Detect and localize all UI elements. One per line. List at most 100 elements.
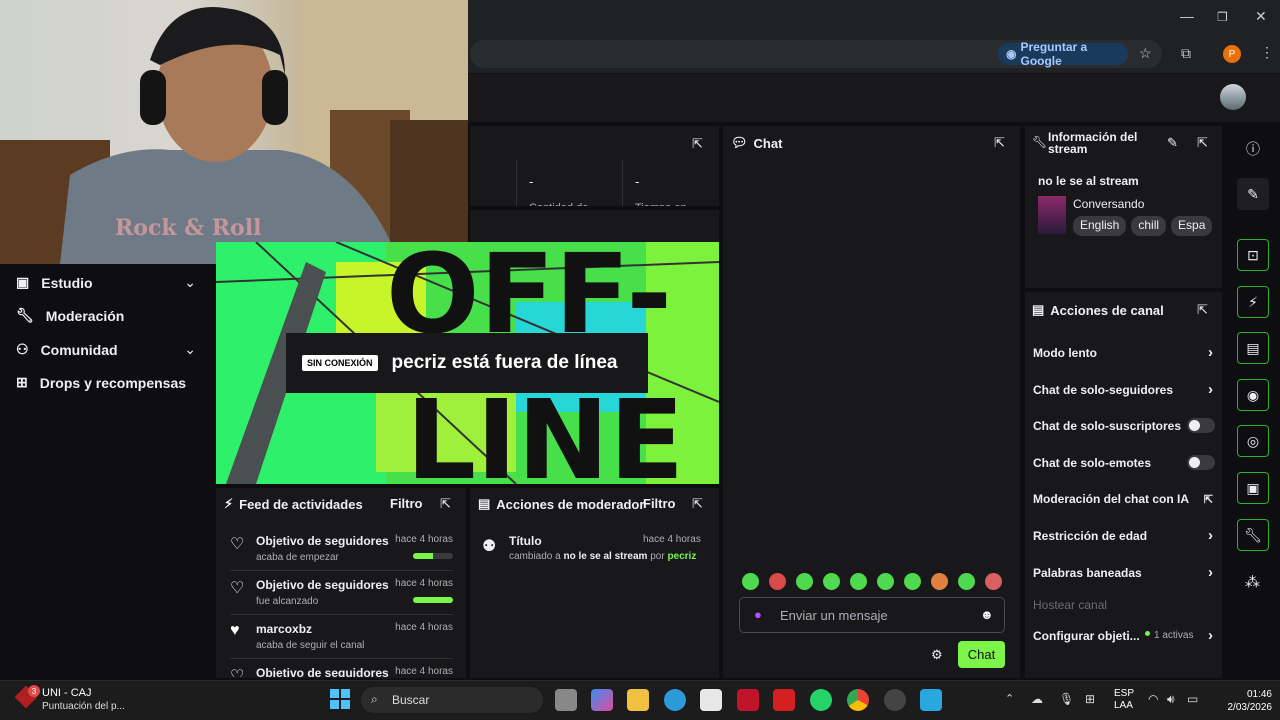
emote-icon[interactable] [985, 573, 1002, 590]
broadcast-icon[interactable]: ◎ [1237, 425, 1269, 457]
app-l-icon[interactable] [773, 689, 795, 711]
tag-chip[interactable]: chill [1131, 216, 1167, 236]
language-indicator[interactable]: ESP LAA [1114, 688, 1134, 712]
stream-info-title: Información del stream [1048, 130, 1138, 156]
feed-item-time: hace 4 horas [395, 622, 453, 633]
emote-icon[interactable] [877, 573, 894, 590]
taskbar-search[interactable]: ⌕ Buscar [361, 687, 543, 713]
feed-item[interactable]: ♥ marcoxbz hace 4 horas acaba de seguir … [230, 622, 455, 652]
profile-avatar[interactable]: P [1223, 45, 1241, 63]
emote-icon[interactable] [931, 573, 948, 590]
bookmark-star-icon[interactable]: ☆ [1139, 45, 1152, 62]
maximize-icon[interactable]: ❐ [1217, 10, 1228, 24]
wrench-icon: 🔧︎ [1032, 135, 1048, 149]
onedrive-icon[interactable]: ☁ [1031, 692, 1043, 706]
file-explorer-icon[interactable] [627, 689, 649, 711]
wifi-icon[interactable]: ◠ [1148, 692, 1158, 706]
chevron-down-icon[interactable]: ⌄ [184, 341, 196, 358]
obs-icon[interactable] [884, 689, 906, 711]
tag-chip[interactable]: Espa [1171, 216, 1213, 236]
banned-words-row[interactable]: Palabras baneadas › [1033, 564, 1217, 581]
clock[interactable]: 01:46 2/03/2026 [1222, 688, 1273, 714]
feed-item-title: Objetivo de seguidores [256, 578, 389, 592]
emotes-only-toggle[interactable] [1187, 455, 1215, 470]
settings-gear-icon[interactable]: ⚙ [931, 647, 943, 663]
category-boxart[interactable] [1038, 196, 1066, 234]
whatsapp-icon[interactable] [810, 689, 832, 711]
popout-icon[interactable]: ⇱ [1197, 302, 1208, 318]
feed-item[interactable]: ♡ Objetivo de seguidores hace 4 horas [230, 666, 455, 677]
ask-google-button[interactable]: ◉ Preguntar a Google [998, 40, 1128, 68]
layout-icon[interactable]: ▣ [1237, 472, 1269, 504]
close-icon[interactable]: ✕ [1255, 8, 1267, 25]
emote-icon[interactable] [742, 573, 759, 590]
chat-bubble-icon[interactable]: ◉ [1237, 379, 1269, 411]
edit-pencil-icon[interactable]: ✎ [1237, 178, 1269, 210]
nav-item-drops[interactable]: ⊞ Drops y recompensas [16, 374, 186, 391]
feed-item[interactable]: ♡ Objetivo de seguidores hace 4 horas fu… [230, 578, 455, 608]
slow-mode-row[interactable]: Modo lento › [1033, 344, 1217, 361]
emote-icon[interactable] [958, 573, 975, 590]
task-view-icon[interactable] [555, 689, 577, 711]
extensions-icon[interactable]: ⁂ [1245, 573, 1260, 591]
app-f-icon[interactable] [920, 689, 942, 711]
svg-text:Rock & Roll: Rock & Roll [115, 215, 261, 241]
emote-icon[interactable] [904, 573, 921, 590]
edge-icon[interactable] [664, 689, 686, 711]
device-icon[interactable]: ⊞ [1085, 692, 1095, 706]
popout-icon[interactable]: ⇱ [692, 136, 703, 152]
emoji-icon[interactable]: ☻ [980, 607, 994, 622]
followers-only-row[interactable]: Chat de solo-seguidores › [1033, 381, 1217, 398]
emote-icon[interactable] [850, 573, 867, 590]
configure-goals-row[interactable]: Configurar objeti... 1 activas › [1033, 627, 1217, 644]
volume-icon[interactable]: 🔊︎ [1167, 692, 1175, 707]
feed-item[interactable]: ♡ Objetivo de seguidores hace 4 horas ac… [230, 534, 455, 564]
mcafee-icon[interactable] [737, 689, 759, 711]
chevron-up-icon[interactable]: ⌃ [1005, 692, 1014, 705]
mod-filter-button[interactable]: Filtro [643, 496, 676, 511]
battery-icon[interactable]: ▭ [1187, 692, 1198, 706]
popout-icon[interactable]: ⇱ [692, 496, 703, 512]
info-icon[interactable]: ⓘ [1246, 139, 1260, 159]
lightning-icon[interactable]: ⚡︎ [1237, 286, 1269, 318]
chat-input[interactable]: ● Enviar un mensaje ☻ [739, 597, 1005, 633]
edit-pencil-icon[interactable]: ✎ [1167, 135, 1178, 151]
copilot-icon[interactable] [591, 689, 613, 711]
category-name[interactable]: Conversando [1073, 197, 1144, 211]
search-placeholder: Buscar [392, 693, 430, 707]
channel-actions-title: ▤ Acciones de canal [1032, 302, 1164, 318]
mod-item-title: Título [509, 534, 542, 548]
tag-chip[interactable]: English [1073, 216, 1127, 236]
document-icon[interactable]: ▤ [1237, 332, 1269, 364]
age-restriction-row[interactable]: Restricción de edad › [1033, 527, 1217, 544]
subscribers-only-toggle[interactable] [1187, 418, 1215, 433]
user-avatar[interactable] [1220, 84, 1246, 110]
extensions-icon[interactable]: ⧉ [1181, 45, 1191, 62]
emote-icon[interactable] [769, 573, 786, 590]
nav-item-comunidad[interactable]: ⚇ Comunidad [16, 341, 118, 358]
taskbar-widget-title[interactable]: UNI - CAJ [42, 687, 92, 699]
mod-item-time: hace 4 horas [643, 534, 701, 545]
popout-icon[interactable]: ⇱ [1197, 135, 1208, 151]
windows-start-icon[interactable] [330, 689, 350, 709]
microphone-icon[interactable]: ● [754, 607, 762, 622]
feed-filter-button[interactable]: Filtro [390, 496, 423, 511]
popout-icon[interactable]: ⇱ [994, 135, 1005, 151]
feed-item-time: hace 4 horas [395, 534, 453, 545]
emote-icon[interactable] [823, 573, 840, 590]
browser-menu-icon[interactable]: ⋮ [1260, 44, 1274, 61]
wrench-icon[interactable]: 🔧︎ [1237, 519, 1269, 551]
screenshot-icon[interactable]: ⊡ [1237, 239, 1269, 271]
minimize-icon[interactable]: — [1180, 8, 1194, 24]
popout-icon[interactable]: ⇱ [440, 496, 451, 512]
emote-icon[interactable] [796, 573, 813, 590]
nav-item-moderacion[interactable]: 🔧︎ Moderación [16, 307, 124, 324]
feed-item-sub: fue alcanzado [256, 596, 319, 607]
store-icon[interactable] [700, 689, 722, 711]
chat-send-button[interactable]: Chat [958, 641, 1005, 668]
mod-user-link[interactable]: pecriz [667, 551, 696, 562]
microphone-icon[interactable]: 🎙︎ [1059, 692, 1074, 706]
ai-moderation-row[interactable]: Moderación del chat con IA ⇱ [1033, 492, 1217, 506]
chrome-icon[interactable] [847, 689, 869, 711]
chevron-down-icon[interactable]: ⌄ [184, 274, 196, 291]
